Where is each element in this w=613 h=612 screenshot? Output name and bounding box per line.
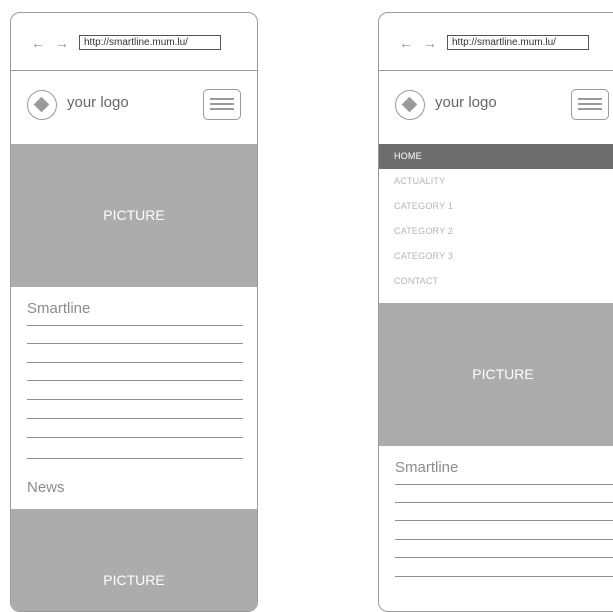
text-line xyxy=(27,362,243,363)
browser-bar: ← → http://smartline.mum.lu/ xyxy=(11,13,257,71)
url-field[interactable]: http://smartline.mum.lu/ xyxy=(79,35,221,50)
menu-item-category-3[interactable]: CATEGORY 3 xyxy=(379,244,613,269)
picture-placeholder: PICTURE xyxy=(11,509,257,611)
text-line xyxy=(395,484,613,485)
text-line xyxy=(27,325,243,326)
site-header: your logo xyxy=(11,70,257,143)
text-line xyxy=(27,380,243,381)
hamburger-menu-icon[interactable] xyxy=(203,89,241,120)
text-line xyxy=(395,502,613,503)
text-line xyxy=(395,576,613,577)
url-field[interactable]: http://smartline.mum.lu/ xyxy=(447,35,589,50)
logo-icon xyxy=(395,90,425,120)
menu-item-contact[interactable]: CONTACT xyxy=(379,269,613,294)
text-line xyxy=(27,458,243,459)
text-line xyxy=(27,418,243,419)
picture-placeholder: PICTURE xyxy=(11,144,257,287)
text-line xyxy=(27,437,243,438)
browser-bar: ← → http://smartline.mum.lu/ xyxy=(379,13,613,71)
logo-text: your logo xyxy=(67,94,129,111)
text-line xyxy=(27,399,243,400)
text-line xyxy=(27,343,243,344)
nav-menu: HOME ACTUALITY CATEGORY 1 CATEGORY 2 CAT… xyxy=(379,144,613,294)
menu-item-home[interactable]: HOME xyxy=(379,144,613,169)
text-line xyxy=(395,539,613,540)
hamburger-menu-icon[interactable] xyxy=(571,89,609,120)
section-title-smartline: Smartline xyxy=(395,459,459,476)
section-title-news: News xyxy=(27,479,65,496)
back-forward-icon[interactable]: ← → xyxy=(399,35,440,51)
logo-text: your logo xyxy=(435,94,497,111)
mobile-wireframe-collapsed: ← → http://smartline.mum.lu/ your logo P… xyxy=(10,12,258,612)
section-title-smartline: Smartline xyxy=(27,300,91,317)
mobile-wireframe-expanded: ← → http://smartline.mum.lu/ your logo H… xyxy=(378,12,613,612)
menu-item-category-1[interactable]: CATEGORY 1 xyxy=(379,194,613,219)
logo-icon xyxy=(27,90,57,120)
text-line xyxy=(395,520,613,521)
menu-item-actuality[interactable]: ACTUALITY xyxy=(379,169,613,194)
picture-placeholder: PICTURE xyxy=(379,303,613,446)
menu-item-category-2[interactable]: CATEGORY 2 xyxy=(379,219,613,244)
back-forward-icon[interactable]: ← → xyxy=(31,35,72,51)
text-line xyxy=(395,557,613,558)
site-header: your logo xyxy=(379,70,613,143)
